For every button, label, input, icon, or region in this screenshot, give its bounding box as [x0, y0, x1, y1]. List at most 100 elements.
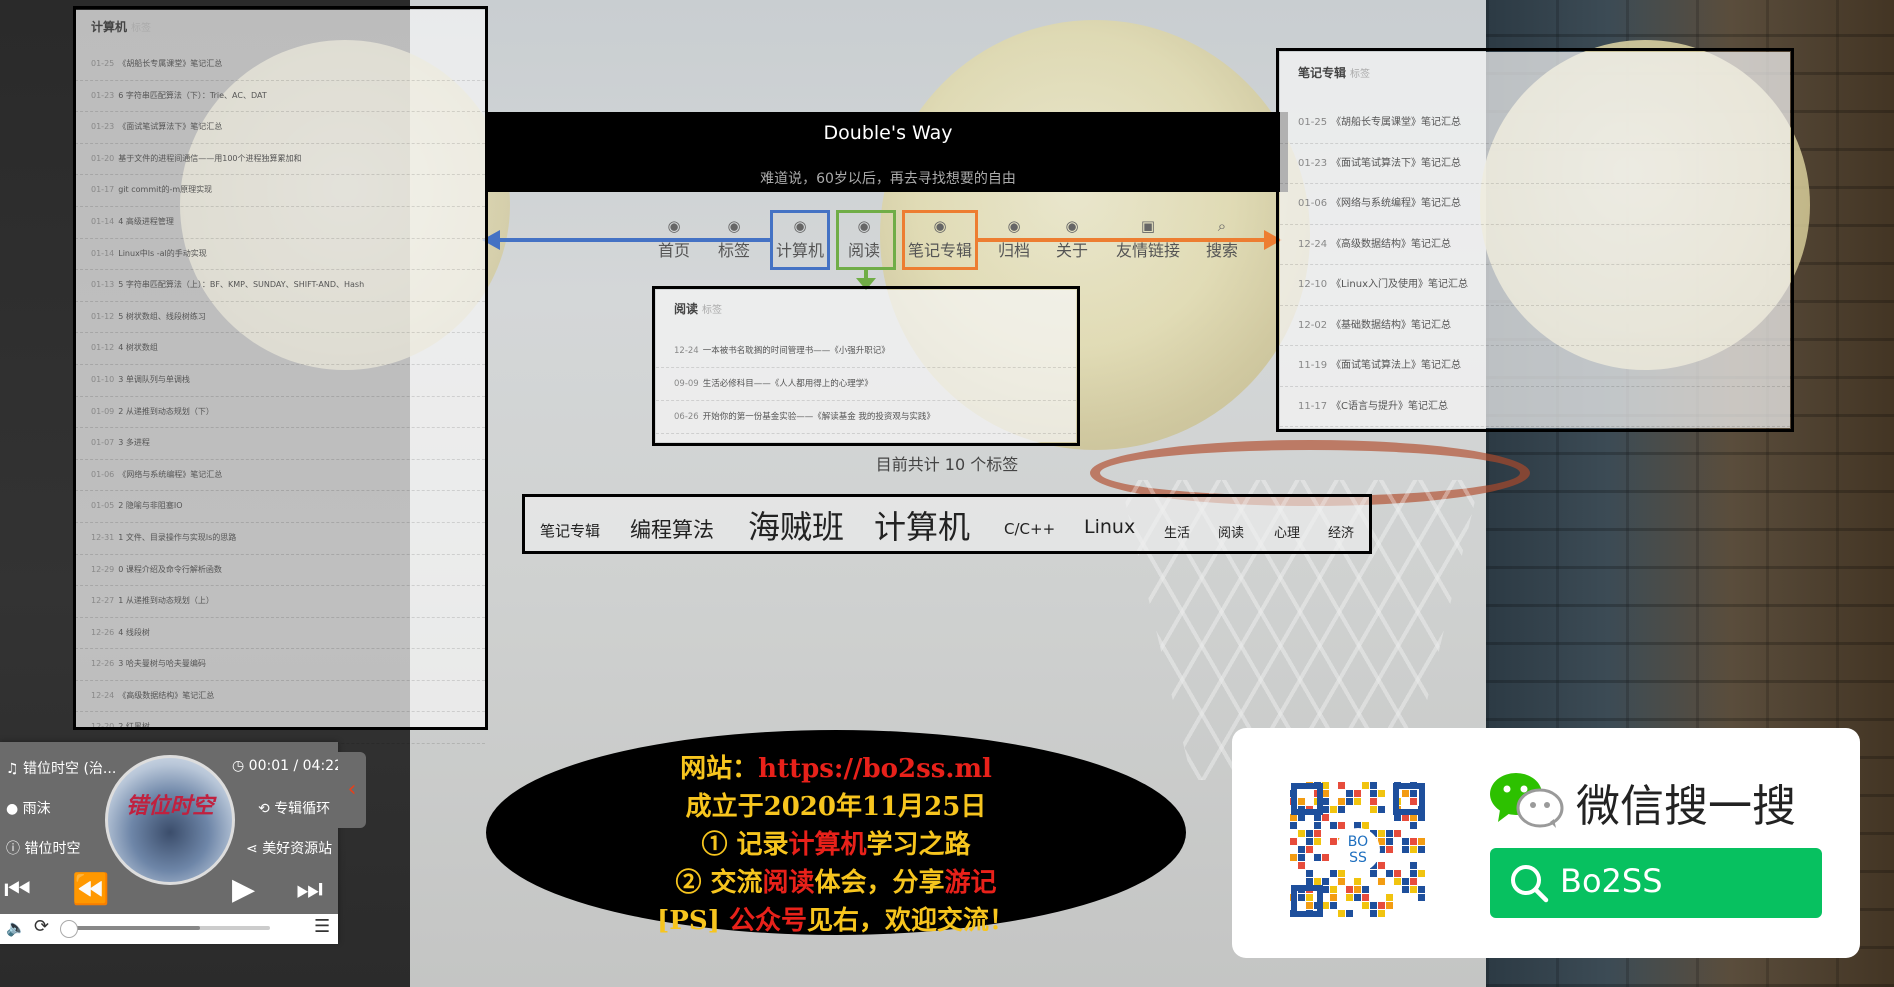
nav-search[interactable]: ⌕ 搜索 — [1200, 215, 1244, 261]
qr-cell — [1314, 854, 1321, 861]
qr-cell — [1378, 790, 1385, 797]
user-icon: ● — [6, 801, 19, 817]
qr-cell — [1418, 886, 1425, 893]
album-cover-image — [105, 755, 235, 885]
qr-cell — [1298, 894, 1305, 901]
qr-cell — [1362, 782, 1369, 789]
qr-cell — [1402, 814, 1409, 821]
qr-cell — [1370, 782, 1377, 789]
tag-psychology[interactable]: 心理 — [1274, 522, 1300, 541]
skip-to-start-icon[interactable]: ⏮ — [4, 872, 31, 907]
playlist-icon[interactable]: ☰ — [314, 916, 330, 937]
nav-home[interactable]: ◉ 首页 — [652, 215, 696, 261]
promo-line-share-c: 体会，分享 — [814, 868, 945, 898]
qr-cell — [1378, 806, 1385, 813]
nav-archive[interactable]: ◉ 归档 — [992, 215, 1036, 261]
nav-about-label: 关于 — [1055, 241, 1088, 260]
promo-site-url[interactable]: https://bo2ss.ml — [758, 754, 992, 784]
nav-tags[interactable]: ◉ 标签 — [712, 215, 756, 261]
clock-icon: ◷ — [232, 758, 245, 774]
qr-cell — [1338, 798, 1345, 805]
promo-line-record-a: ① 记录 — [701, 830, 789, 860]
qr-cell — [1394, 870, 1401, 877]
tag-programming-algorithms[interactable]: 编程算法 — [630, 514, 714, 544]
repeat-toggle-icon[interactable]: ⟳ — [34, 916, 49, 937]
qr-cell — [1330, 886, 1337, 893]
qr-cell — [1402, 886, 1409, 893]
next-track-icon[interactable]: ⏭ — [296, 872, 323, 907]
qr-cell — [1338, 822, 1345, 829]
qr-cell — [1298, 862, 1305, 869]
volume-icon[interactable]: 🔈 — [6, 918, 26, 937]
tag-computer[interactable]: 计算机 — [874, 502, 970, 548]
qr-cell — [1346, 798, 1353, 805]
repeat-icon: ⟲ — [258, 801, 270, 817]
qr-cell — [1370, 806, 1377, 813]
promo-founded-line: 成立于2020年11月25日 — [685, 792, 987, 822]
qr-cell — [1410, 814, 1417, 821]
loop-mode: 专辑循环 — [274, 801, 331, 817]
qr-cell — [1330, 870, 1337, 877]
loop-mode-row[interactable]: ⟲ 专辑循环 — [258, 798, 330, 818]
qr-cell — [1418, 894, 1425, 901]
qr-cell — [1314, 814, 1321, 821]
tag-economics[interactable]: 经济 — [1328, 522, 1354, 541]
promo-site-prefix: 网站： — [680, 754, 759, 784]
qr-cell — [1322, 886, 1329, 893]
qr-cell — [1354, 790, 1361, 797]
tag-linux[interactable]: Linux — [1084, 516, 1135, 538]
promo-line-ps-c: 见右，欢迎交流！ — [806, 906, 1015, 936]
qr-cell — [1298, 830, 1305, 837]
qr-cell — [1354, 798, 1361, 805]
qr-cell — [1354, 886, 1361, 893]
qr-cell — [1362, 886, 1369, 893]
qr-code-icon[interactable]: BO SS — [1290, 782, 1426, 918]
tag-notes[interactable]: 笔记专辑 — [540, 520, 600, 541]
share-row[interactable]: ⋖ 美好资源站 — [246, 838, 332, 858]
qr-cell — [1330, 838, 1337, 845]
tag-reading[interactable]: 阅读 — [1218, 522, 1244, 541]
nav-search-label: 搜索 — [1205, 241, 1238, 260]
qr-cell — [1386, 838, 1393, 845]
qr-cell — [1330, 822, 1337, 829]
progress-handle[interactable] — [60, 920, 78, 938]
qr-cell — [1290, 822, 1297, 829]
nav-about[interactable]: ◉ 关于 — [1050, 215, 1094, 261]
tag-c-cpp[interactable]: C/C++ — [1004, 520, 1055, 538]
qr-cell — [1306, 878, 1313, 885]
qr-cell — [1370, 798, 1377, 805]
qr-cell — [1402, 838, 1409, 845]
qr-cell — [1322, 782, 1329, 789]
promo-line-record-c: 学习之路 — [866, 830, 971, 860]
music-note-icon: ♫ — [6, 761, 19, 777]
collapse-player-button[interactable]: ‹ — [338, 752, 366, 828]
search-icon: ⌕ — [1217, 217, 1227, 235]
qr-cell — [1290, 814, 1297, 821]
play-icon[interactable]: ▶ — [232, 872, 255, 907]
tag-life[interactable]: 生活 — [1164, 522, 1190, 541]
site-title[interactable]: Double's Way — [488, 122, 1288, 144]
nav-friend-links[interactable]: ▣ 友情链接 — [1110, 215, 1186, 261]
contact-book-icon: ▣ — [1140, 217, 1156, 235]
song-album: 错位时空 — [24, 841, 81, 857]
promo-line-share-b: 阅读 — [762, 868, 815, 898]
nav-tags-label: 标签 — [717, 241, 750, 260]
qr-cell — [1402, 790, 1409, 797]
promo-line-record: ① 记录计算机学习之路 — [486, 824, 1186, 861]
previous-track-icon[interactable]: ⏪ — [72, 872, 109, 907]
promo-line-ps: [PS] 公众号见右，欢迎交流！ — [486, 900, 1186, 937]
qr-cell — [1322, 854, 1329, 861]
qr-cell — [1330, 894, 1337, 901]
qr-cell — [1370, 870, 1377, 877]
qr-cell — [1354, 878, 1361, 885]
qr-cell — [1306, 830, 1313, 837]
qr-cell — [1346, 910, 1353, 917]
share-icon: ⋖ — [246, 841, 258, 857]
globe-icon: ◉ — [1007, 217, 1021, 235]
qr-cell — [1370, 910, 1377, 917]
wechat-logo-icon — [1490, 773, 1564, 828]
qr-cell — [1346, 894, 1353, 901]
wechat-search-term[interactable]: Bo2SS — [1560, 862, 1663, 900]
qr-cell — [1306, 894, 1313, 901]
tag-pirate-class[interactable]: 海贼班 — [748, 502, 844, 548]
